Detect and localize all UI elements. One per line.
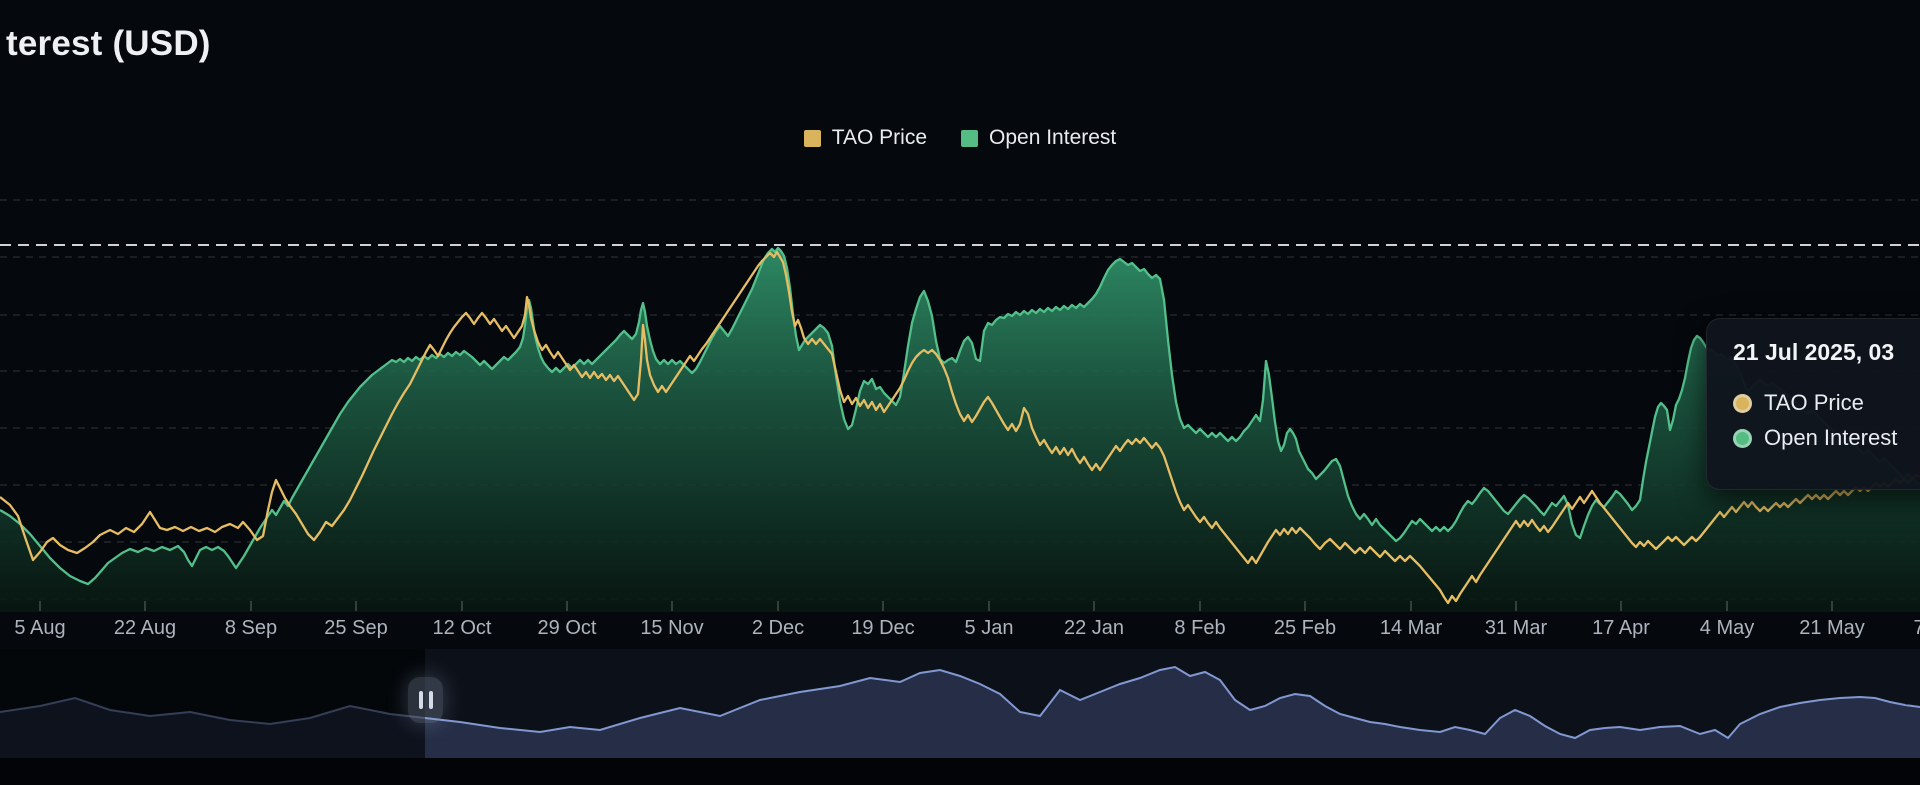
navigator-chart[interactable] [0,0,1920,785]
tooltip-row: Open Interest [1733,425,1920,451]
bottom-strip [0,758,1920,785]
navigator-selected-range[interactable] [425,649,1920,758]
tooltip-row: TAO Price [1733,390,1920,416]
tooltip-rows: TAO Price Open Interest [1733,390,1920,451]
navigator-handle[interactable] [408,677,443,723]
grip-bar-icon [418,691,423,709]
open-interest-chart-page: terest (USD) TAO Price Open Interest 5 Au… [0,0,1920,785]
grip-bar-icon [428,691,433,709]
series-dot-icon [1733,428,1752,448]
tooltip-date: 21 Jul 2025, 03 [1733,339,1895,365]
series-dot-icon [1733,393,1752,413]
tooltip-row-label: Open Interest [1764,425,1898,450]
navigator-unselected-mask [0,649,425,758]
tooltip-row-label: TAO Price [1764,390,1864,415]
chart-tooltip: 21 Jul 2025, 03 TAO Price Open Interest [1706,318,1920,490]
